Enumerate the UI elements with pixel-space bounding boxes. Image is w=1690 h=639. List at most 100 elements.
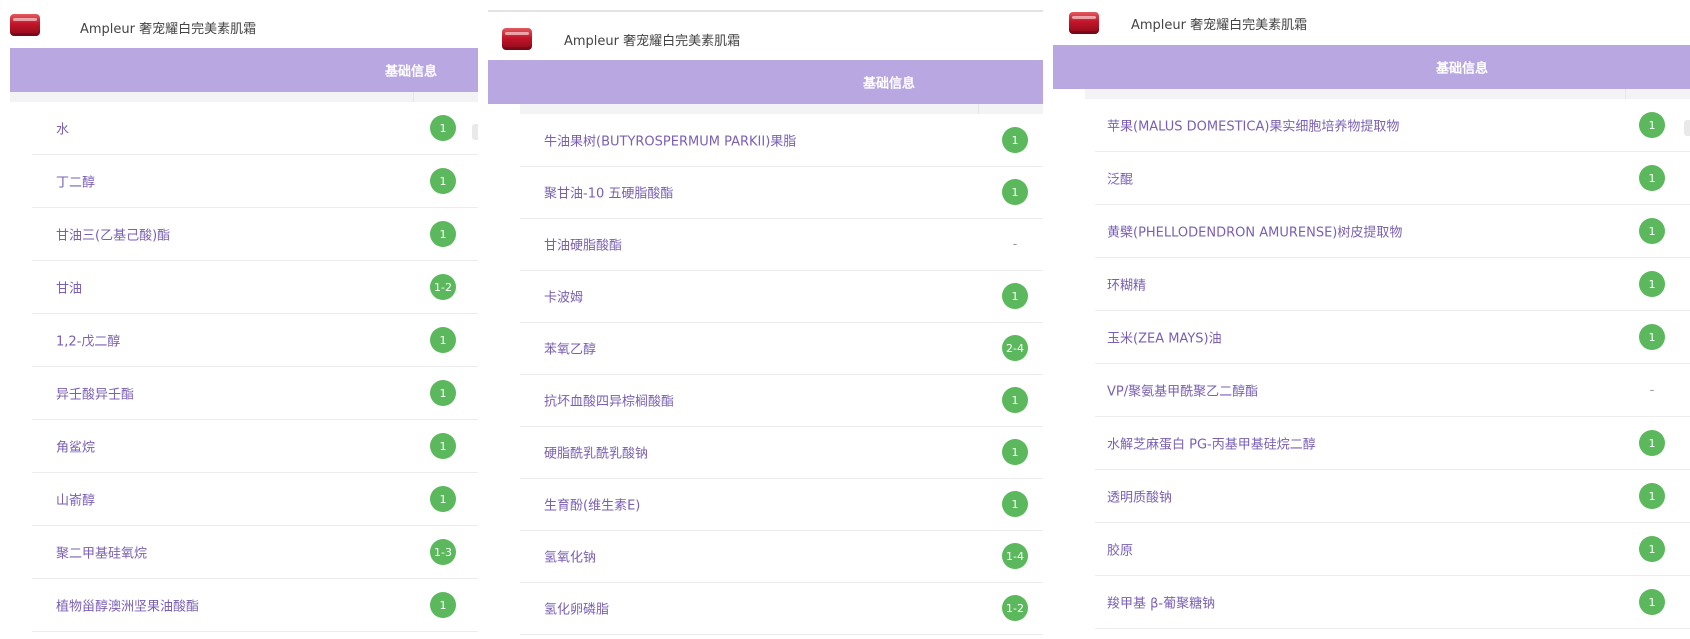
sub-header-strip	[520, 104, 1043, 114]
ingredient-row[interactable]: 丁二醇 1	[32, 155, 478, 208]
ingredient-row[interactable]: 聚二甲基硅氧烷 1-3	[32, 526, 478, 579]
basic-info-header: 基础信息	[488, 60, 1043, 104]
safety-score-badge: 2-4	[1002, 335, 1028, 361]
ingredient-name: 苯氧乙醇	[544, 342, 597, 358]
ingredient-row[interactable]: 水1	[32, 102, 478, 155]
safety-score-badge: 1-4	[1002, 543, 1028, 569]
ingredient-row[interactable]: 硬脂酰乳酰乳酸钠 1	[520, 426, 1043, 479]
ingredient-row[interactable]: 卡波姆 1	[520, 270, 1043, 323]
product-title: Ampleur 奢宠耀白完美素肌霜	[564, 34, 741, 49]
ingredient-name: 山嵛醇	[56, 493, 96, 509]
ingredient-name: 水解芝麻蛋白 PG-丙基甲基硅烷二醇	[1107, 437, 1316, 453]
ingredient-row[interactable]: 苯氧乙醇 2-4	[520, 322, 1043, 375]
ingredient-name: 丁二醇	[56, 175, 96, 191]
header-label: 基础信息	[1436, 61, 1489, 77]
sub-header-strip	[10, 92, 478, 102]
safety-score-badge: 1	[1639, 536, 1665, 562]
ingredient-row[interactable]: 玉米(ZEA MAYS)油 1	[1095, 311, 1690, 364]
ingredient-name: 泛醌	[1107, 172, 1134, 188]
ingredient-row[interactable]: 泛醌 1	[1095, 152, 1690, 205]
ingredient-row[interactable]: 牛油果树(BUTYROSPERMUM PARKII)果脂 1	[520, 114, 1043, 167]
ingredient-row[interactable]: 氢氧化钠 1-4	[520, 530, 1043, 583]
ingredient-name: 角鲨烷	[56, 440, 96, 456]
ingredient-panel-2: Ampleur 奢宠耀白完美素肌霜 基础信息 牛油果树(BUTYROSPERMU…	[488, 10, 1043, 639]
ingredient-row[interactable]: 水解芝麻蛋白 PG-丙基甲基硅烷二醇 1	[1095, 417, 1690, 470]
header-label: 基础信息	[385, 64, 438, 80]
safety-score-badge: 1	[1639, 112, 1665, 138]
ingredient-row[interactable]: 甘油 1-2	[32, 261, 478, 314]
ingredient-name: 氢化卵磷脂	[544, 602, 610, 618]
safety-score-badge: 1	[1002, 387, 1028, 413]
product-title: Ampleur 奢宠耀白完美素肌霜	[1131, 18, 1308, 33]
safety-score-badge: 1	[1639, 483, 1665, 509]
header-label: 基础信息	[863, 76, 916, 92]
ingredient-name: 聚二甲基硅氧烷	[56, 546, 148, 562]
safety-score-badge: 1	[430, 486, 456, 512]
ingredient-row[interactable]: 异壬酸异壬酯 1	[32, 367, 478, 420]
safety-score-badge: 1	[1002, 127, 1028, 153]
safety-score-badge: 1-2	[1002, 595, 1028, 621]
ingredient-name: 牛油果树(BUTYROSPERMUM PARKII)果脂	[544, 134, 797, 150]
product-thumbnail	[1069, 12, 1099, 34]
ingredient-name: 羧甲基 β-葡聚糖钠	[1107, 596, 1216, 612]
ingredient-name: 氢氧化钠	[544, 550, 597, 566]
safety-score-badge: 1-3	[430, 539, 456, 565]
ingredient-row[interactable]: 甘油硬脂酸酯 -	[520, 218, 1043, 271]
ingredient-row[interactable]: 黄檗(PHELLODENDRON AMURENSE)树皮提取物 1	[1095, 205, 1690, 258]
safety-score-badge: 1	[1002, 439, 1028, 465]
safety-score-badge: 1	[430, 115, 456, 141]
ingredient-name: 甘油硬脂酸酯	[544, 238, 623, 254]
ingredient-row[interactable]: 1,2-戊二醇 1	[32, 314, 478, 367]
ingredient-name: 黄檗(PHELLODENDRON AMURENSE)树皮提取物	[1107, 225, 1403, 241]
ingredient-name: 水	[56, 122, 70, 138]
product-thumbnail	[502, 28, 532, 50]
ingredient-row[interactable]: 甘油三(乙基己酸)酯 1	[32, 208, 478, 261]
ingredient-row[interactable]: 胶原 1	[1095, 523, 1690, 576]
safety-score-badge: 1	[1002, 179, 1028, 205]
ingredient-row[interactable]: 生育酚(维生素E) 1	[520, 478, 1043, 531]
ingredient-row[interactable]: 角鲨烷 1	[32, 420, 478, 473]
ingredient-row[interactable]: VP/聚氨基甲酰聚乙二醇酯 -	[1095, 364, 1690, 417]
ingredient-name: 硬脂酰乳酰乳酸钠	[544, 446, 649, 462]
ingredient-name: 抗坏血酸四异棕榈酸酯	[544, 394, 675, 410]
safety-score-badge: 1	[430, 380, 456, 406]
ingredient-name: 甘油三(乙基己酸)酯	[56, 228, 171, 244]
basic-info-header: 基础信息	[1053, 45, 1690, 89]
basic-info-header: 基础信息	[10, 48, 478, 92]
safety-score-badge: 1	[430, 168, 456, 194]
ingredient-row[interactable]: 山嵛醇 1	[32, 473, 478, 526]
ingredient-row[interactable]: 氢化卵磷脂 1-2	[520, 582, 1043, 635]
ingredient-row[interactable]: 植物甾醇澳洲坚果油酸酯 1	[32, 579, 478, 632]
ingredient-name: 环糊精	[1107, 278, 1147, 294]
ingredient-row[interactable]: 透明质酸钠 1	[1095, 470, 1690, 523]
ingredient-name: 1,2-戊二醇	[56, 334, 121, 350]
product-thumbnail	[10, 14, 40, 36]
ingredient-row[interactable]: 聚甘油-10 五硬脂酸酯 1	[520, 166, 1043, 219]
safety-score-badge: 1	[430, 221, 456, 247]
ingredient-name: 生育酚(维生素E)	[544, 498, 641, 514]
safety-score-badge: 1	[1639, 430, 1665, 456]
ingredient-row[interactable]: 羧甲基 β-葡聚糖钠 1	[1095, 576, 1690, 629]
ingredient-name: 聚甘油-10 五硬脂酸酯	[544, 186, 674, 202]
ingredient-row[interactable]: 苹果(MALUS DOMESTICA)果实细胞培养物提取物 1	[1095, 99, 1690, 152]
ingredient-name: 植物甾醇澳洲坚果油酸酯	[56, 599, 200, 615]
safety-score-badge: 1	[1639, 271, 1665, 297]
safety-score-badge: 1	[430, 592, 456, 618]
safety-score-badge: 1	[1002, 491, 1028, 517]
ingredient-row[interactable]: 环糊精 1	[1095, 258, 1690, 311]
ingredient-row[interactable]: 抗坏血酸四异棕榈酸酯 1	[520, 374, 1043, 427]
safety-score-badge: -	[1649, 382, 1655, 398]
safety-score-badge: 1-2	[430, 274, 456, 300]
safety-score-badge: 1	[430, 327, 456, 353]
safety-score-badge: 1	[1639, 589, 1665, 615]
safety-score-badge: 1	[430, 433, 456, 459]
ingredient-name: 透明质酸钠	[1107, 490, 1173, 506]
safety-score-badge: 1	[1639, 324, 1665, 350]
safety-score-badge: -	[1012, 236, 1018, 252]
product-title: Ampleur 奢宠耀白完美素肌霜	[80, 22, 257, 37]
sub-header-strip	[1085, 89, 1690, 99]
ingredient-name: VP/聚氨基甲酰聚乙二醇酯	[1107, 384, 1259, 400]
ingredient-name: 卡波姆	[544, 290, 584, 306]
safety-score-badge: 1	[1639, 218, 1665, 244]
ingredient-name: 苹果(MALUS DOMESTICA)果实细胞培养物提取物	[1107, 119, 1400, 135]
